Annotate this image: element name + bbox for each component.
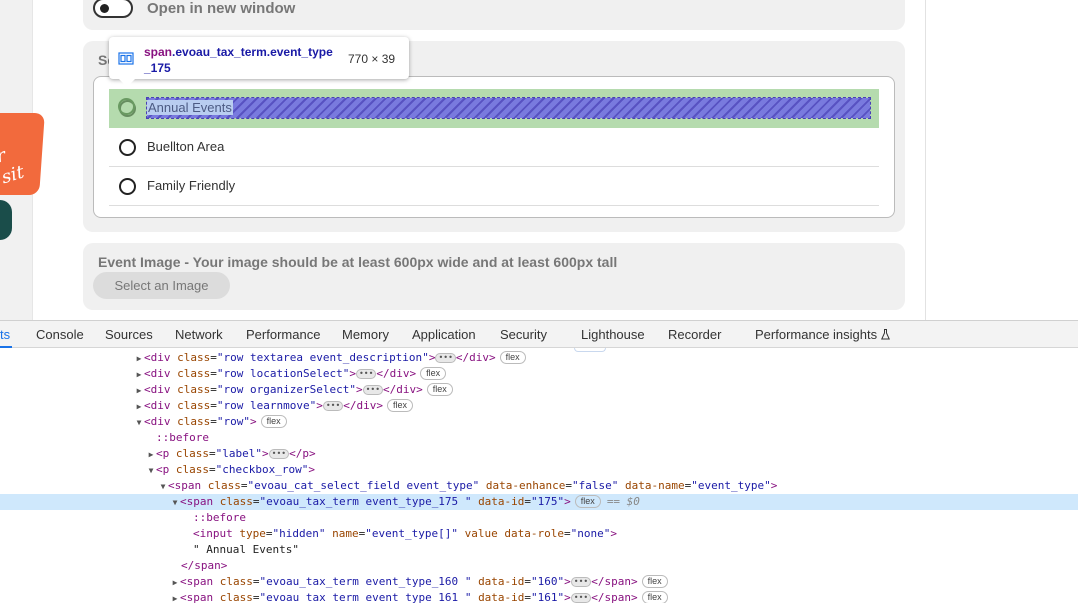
ellipsis-icon[interactable]: ••• xyxy=(268,449,290,459)
flex-badge[interactable]: flex xyxy=(641,591,668,603)
tab-elements[interactable]: ts xyxy=(0,327,10,342)
toggle-knob xyxy=(100,4,109,13)
devtools-panel: ts Console Sources Network Performance M… xyxy=(0,320,1078,603)
flex-badge[interactable]: flex xyxy=(426,383,453,396)
expand-triangle-icon[interactable]: ▶ xyxy=(134,351,144,367)
highlighted-radio-icon xyxy=(118,98,135,115)
event-type-options: Annual Events Buellton Area Family Frien… xyxy=(93,76,895,218)
flex-layout-icon xyxy=(118,52,134,65)
collapse-triangle-icon[interactable]: ▼ xyxy=(146,463,156,479)
dom-text-node[interactable]: " Annual Events" xyxy=(0,542,1078,558)
devtools-tab-bar: ts Console Sources Network Performance M… xyxy=(0,321,1078,348)
flex-badge[interactable]: flex xyxy=(420,367,447,380)
expand-triangle-icon[interactable]: ▶ xyxy=(146,447,156,463)
option-buellton-area[interactable]: Buellton Area xyxy=(109,128,879,167)
dom-pseudo-node[interactable]: ::before xyxy=(0,510,1078,526)
dom-node[interactable]: ▶ <span class="evoau_tax_term event_type_… xyxy=(0,590,1078,603)
console-reference: == $0 xyxy=(606,495,640,508)
dom-node[interactable]: ▼ <p class="checkbox_row"> xyxy=(0,462,1078,478)
dom-node[interactable]: ▶ <p class="label"> ••• </p> xyxy=(0,446,1078,462)
expand-triangle-icon[interactable]: ▶ xyxy=(134,399,144,415)
promo-badge[interactable]: r sit xyxy=(0,113,45,195)
web-page-viewport: r sit Open in new window Se Annual Event… xyxy=(0,0,1078,320)
tooltip-size: 770 × 39 xyxy=(348,52,396,66)
dom-node[interactable]: ▶ <div class="row locationSelect"> ••• </di… xyxy=(0,366,1078,382)
option-label: Family Friendly xyxy=(147,178,236,193)
expand-triangle-icon[interactable]: ▶ xyxy=(170,575,180,591)
flex-badge[interactable]: flex xyxy=(387,399,414,412)
dom-node[interactable]: ▼ <span class="evoau_cat_select_field eve… xyxy=(0,478,1078,494)
inspector-tooltip: span.evoau_tax_term.event_type_175 770 ×… xyxy=(109,37,409,87)
dom-node[interactable]: ▶ <span class="evoau_tax_term event_type_… xyxy=(0,574,1078,590)
flex-badge[interactable]: flex xyxy=(574,495,601,508)
dom-node[interactable]: ▶ <div class="row textarea event_descript… xyxy=(0,350,1078,366)
collapse-triangle-icon[interactable]: ▼ xyxy=(170,495,180,511)
option-label: Buellton Area xyxy=(147,139,225,154)
dom-closing-tag[interactable]: </span> xyxy=(0,558,1078,574)
dom-node[interactable]: ▼ <div class="row"> flex xyxy=(0,414,1078,430)
event-image-label: Event Image - Your image should be at le… xyxy=(98,254,618,270)
ellipsis-icon[interactable]: ••• xyxy=(322,401,344,411)
tab-performance[interactable]: Performance xyxy=(246,327,320,342)
ellipsis-icon[interactable]: ••• xyxy=(570,577,592,587)
ellipsis-icon[interactable]: ••• xyxy=(355,369,377,379)
open-window-label: Open in new window xyxy=(147,0,296,17)
tooltip-classes: .evoau_tax_term.event_type_175 xyxy=(144,45,333,75)
content-border xyxy=(925,0,926,320)
tooltip-tag: span xyxy=(144,45,173,59)
open-window-toggle[interactable] xyxy=(93,0,133,18)
open-window-panel: Open in new window xyxy=(83,0,905,30)
dom-tree: ▶ <div class="row textarea event_descript… xyxy=(0,348,1078,603)
radio-icon[interactable] xyxy=(119,139,136,156)
radio-icon[interactable] xyxy=(119,178,136,195)
promo-badge-text: r sit xyxy=(0,144,27,189)
tab-memory[interactable]: Memory xyxy=(342,327,389,342)
expand-triangle-icon[interactable]: ▶ xyxy=(134,383,144,399)
ellipsis-icon[interactable]: ••• xyxy=(570,593,592,603)
dom-node-selected[interactable]: ▼ <span class="evoau_tax_term event_type_… xyxy=(0,494,1078,510)
flex-badge[interactable]: flex xyxy=(499,351,526,364)
tab-application[interactable]: Application xyxy=(412,327,476,342)
option-family-friendly[interactable]: Family Friendly xyxy=(109,167,879,206)
dom-node[interactable]: <input type="hidden" name="event_type[]"… xyxy=(0,526,1078,542)
flex-badge[interactable]: flex xyxy=(260,415,287,428)
select-image-button[interactable]: Select an Image xyxy=(93,272,230,299)
experiment-flask-icon xyxy=(881,329,891,340)
expand-triangle-icon[interactable]: ▶ xyxy=(134,367,144,383)
tab-performance-insights-label: Performance insights xyxy=(755,327,878,342)
tab-lighthouse[interactable]: Lighthouse xyxy=(581,327,645,342)
expand-triangle-icon[interactable]: ▶ xyxy=(170,591,180,603)
dom-pseudo-node[interactable]: ::before xyxy=(0,430,1078,446)
flex-badge[interactable]: flex xyxy=(641,575,668,588)
tab-network[interactable]: Network xyxy=(175,327,223,342)
tab-security[interactable]: Security xyxy=(500,327,547,342)
collapse-triangle-icon[interactable]: ▼ xyxy=(158,479,168,495)
dom-node[interactable]: ▶ <div class="row organizerSelect"> ••• </d… xyxy=(0,382,1078,398)
dom-node[interactable]: ▶ <div class="row learnmove"> ••• </div> fle… xyxy=(0,398,1078,414)
collapse-triangle-icon[interactable]: ▼ xyxy=(134,415,144,431)
ellipsis-icon[interactable]: ••• xyxy=(435,353,456,363)
highlighted-option-label: Annual Events xyxy=(147,100,233,115)
ellipsis-icon[interactable]: ••• xyxy=(362,385,384,395)
event-image-panel: Event Image - Your image should be at le… xyxy=(83,243,905,310)
tab-recorder[interactable]: Recorder xyxy=(668,327,721,342)
tab-sources[interactable]: Sources xyxy=(105,327,153,342)
tab-console[interactable]: Console xyxy=(36,327,84,342)
logo-icon xyxy=(0,200,12,240)
tooltip-selector: span.evoau_tax_term.event_type_175 xyxy=(144,44,339,76)
tab-performance-insights[interactable]: Performance insights xyxy=(755,327,891,342)
